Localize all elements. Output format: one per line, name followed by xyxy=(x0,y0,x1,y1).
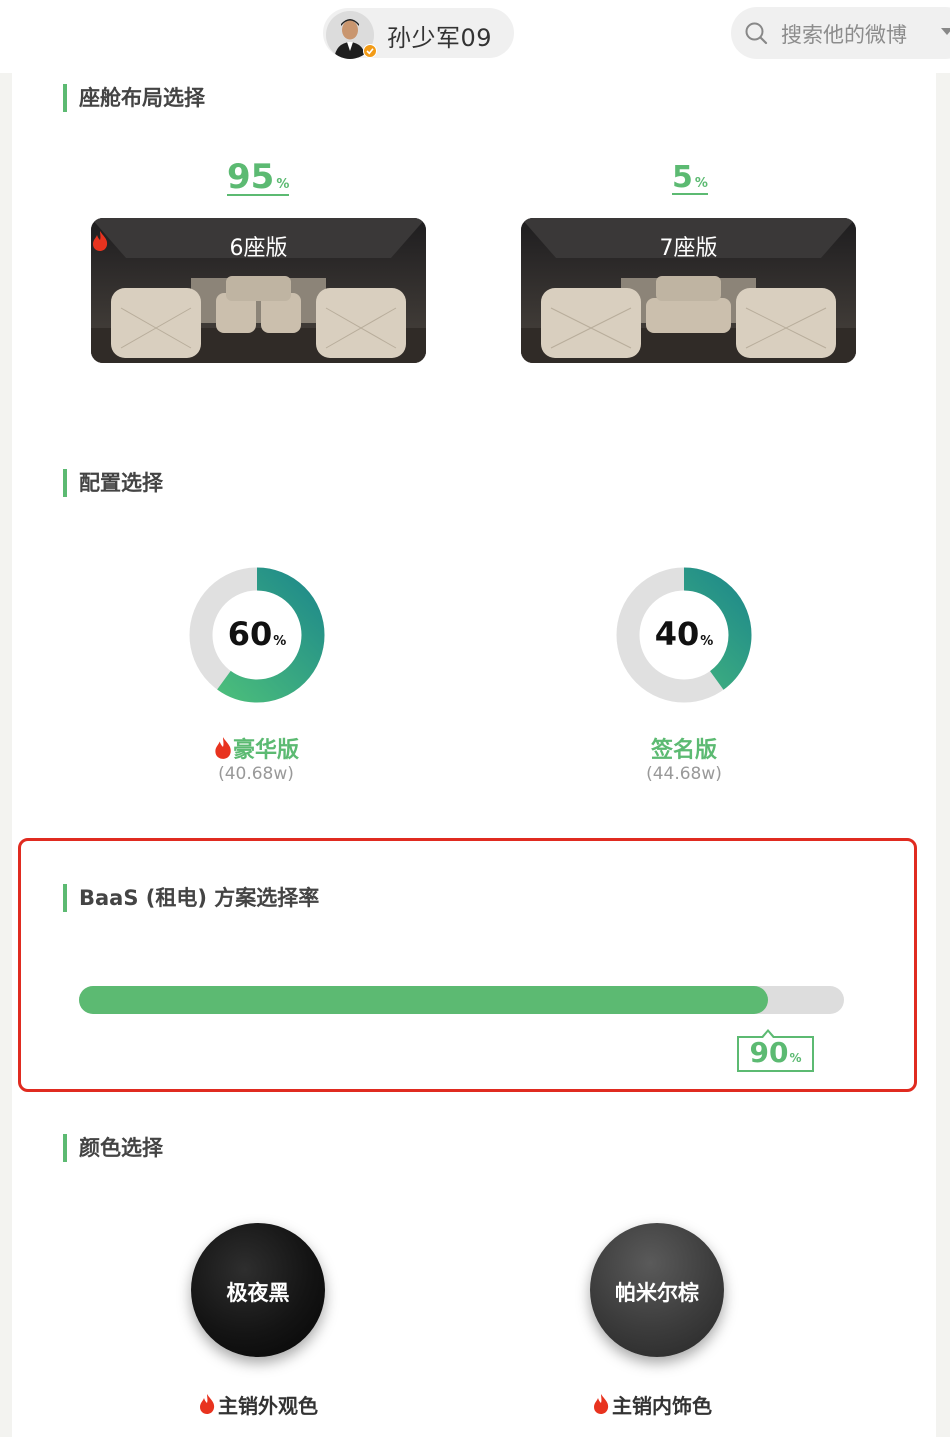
donut-value-signature: 40% xyxy=(654,615,714,653)
baas-progress-fill xyxy=(79,986,768,1014)
cabin-7-percent: 5% xyxy=(672,160,708,195)
username[interactable]: 孙少军09 xyxy=(387,18,492,53)
cabin-7-label: 7座版 xyxy=(659,236,718,261)
user-profile-pill[interactable]: 孙少军09 xyxy=(323,8,514,59)
flame-icon xyxy=(215,737,231,759)
color-swatch-label: 帕米尔棕 xyxy=(615,1281,699,1305)
trim-price-signature: (44.68w) xyxy=(646,764,722,784)
cabin-7-seat-image[interactable]: 7座版 xyxy=(521,218,856,363)
baas-progress-track xyxy=(79,986,844,1014)
flame-icon xyxy=(200,1394,215,1414)
trim-name-signature: 签名版 xyxy=(650,738,717,763)
donut-chart-signature: 40% xyxy=(616,567,752,703)
search-box[interactable]: 搜索他的微博 xyxy=(731,7,950,59)
flame-icon xyxy=(594,1394,609,1414)
section-title-baas: BaaS (租电) 方案选择率 xyxy=(63,884,319,912)
baas-percent-tag: 90% xyxy=(737,1029,814,1072)
trim-price-luxury: (40.68w) xyxy=(218,764,294,784)
search-input[interactable]: 搜索他的微博 xyxy=(781,19,907,49)
donut-chart-luxury: 60% xyxy=(189,567,325,703)
section-title-config: 配置选择 xyxy=(63,469,163,497)
cabin-6-percent: 95% xyxy=(227,157,290,197)
chevron-down-icon[interactable] xyxy=(941,28,950,35)
cabin-6-seat-image[interactable]: 6座版 xyxy=(91,218,426,363)
verified-badge-icon xyxy=(363,44,377,58)
search-icon[interactable] xyxy=(744,21,768,45)
flame-icon xyxy=(93,231,108,251)
color-swatch-brown[interactable]: 帕米尔棕 xyxy=(590,1223,724,1357)
top-bar: 孙少军09 搜索他的微博 xyxy=(0,0,950,73)
cabin-6-label: 6座版 xyxy=(91,230,426,262)
trim-name-luxury: 豪华版 xyxy=(106,732,406,764)
color-swatch-black[interactable]: 极夜黑 xyxy=(191,1223,325,1357)
color-note-exterior: 主销外观色 xyxy=(128,1390,388,1419)
color-swatch-label: 极夜黑 xyxy=(226,1281,290,1305)
donut-value-luxury: 60% xyxy=(227,615,287,653)
section-title-color: 颜色选择 xyxy=(63,1134,163,1162)
color-note-interior: 主销内饰色 xyxy=(522,1390,782,1419)
section-title-cabin: 座舱布局选择 xyxy=(63,84,205,112)
